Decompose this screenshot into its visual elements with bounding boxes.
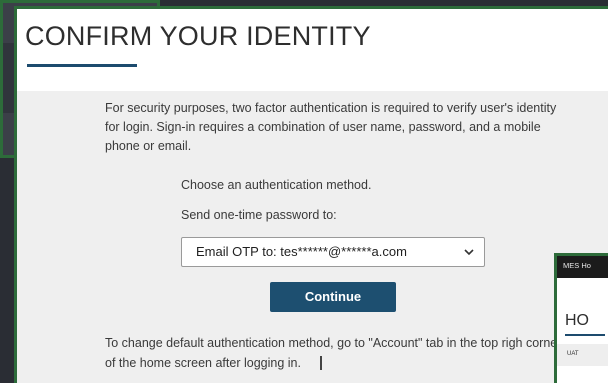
choose-method-label: Choose an authentication method.	[181, 178, 372, 192]
page-header: CONFIRM YOUR IDENTITY	[17, 9, 608, 91]
chevron-down-icon	[464, 249, 474, 256]
send-otp-label: Send one-time password to:	[181, 208, 337, 222]
home-preview-topbar: MES Ho	[557, 256, 608, 278]
home-preview-underline	[565, 334, 605, 336]
continue-button[interactable]: Continue	[270, 282, 396, 312]
home-preview-window: MES Ho HO UAT	[554, 253, 608, 383]
home-preview-heading: HO	[565, 312, 589, 329]
intro-text: For security purposes, two factor authen…	[105, 101, 557, 153]
home-preview-strip: UAT	[557, 344, 608, 366]
identity-panel: For security purposes, two factor authen…	[17, 91, 608, 383]
title-underline	[27, 64, 137, 67]
page-title: CONFIRM YOUR IDENTITY	[25, 21, 371, 51]
change-method-note: To change default authentication method,…	[105, 336, 562, 370]
confirm-identity-window: CONFIRM YOUR IDENTITY For security purpo…	[14, 6, 608, 383]
auth-method-select[interactable]: Email OTP to: tes******@******a.com	[181, 237, 485, 267]
home-preview-app-title: MES Ho	[563, 261, 591, 270]
text-cursor-icon	[320, 356, 322, 370]
auth-method-selected-value: Email OTP to: tes******@******a.com	[196, 244, 407, 259]
home-preview-strip-label: UAT	[567, 351, 579, 357]
